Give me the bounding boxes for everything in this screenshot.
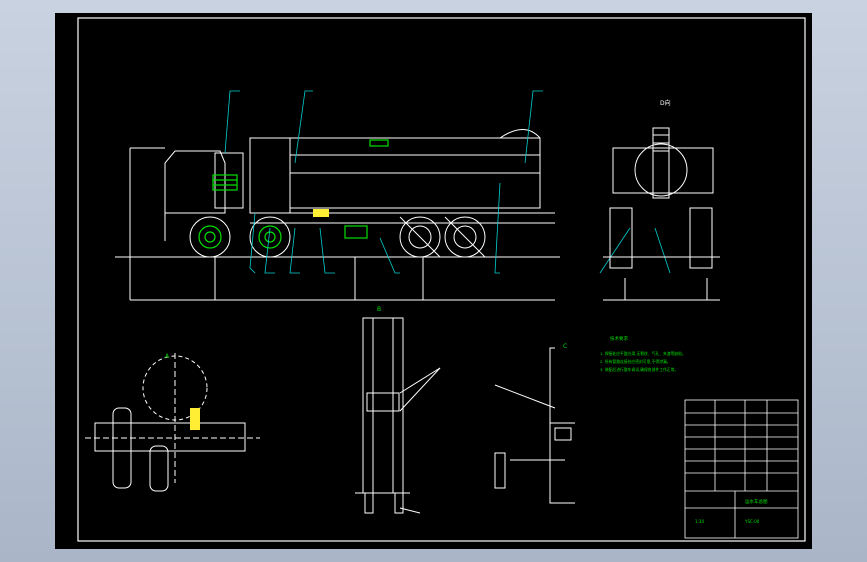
bracket-detail-view bbox=[494, 347, 575, 504]
title-block-text: 运水车总图 YSC-00 1:30 bbox=[695, 498, 768, 524]
technical-notes: 技术要求 1. 焊接处应平整光滑,无裂纹、气孔、夹渣等缺陷。 2. 所有管路连接… bbox=[600, 335, 686, 372]
notes-line-2: 2. 所有管路连接处应密封可靠,不得渗漏。 bbox=[600, 359, 671, 364]
drawing-title: 运水车总图 bbox=[745, 498, 768, 505]
cad-drawing: D向 A B C 技术要求 1. 焊接处应平整光滑,无裂纹、气孔、夹渣等缺陷。 … bbox=[77, 17, 806, 542]
section-a-label: A bbox=[165, 353, 170, 360]
notes-line-1: 1. 焊接处应平整光滑,无裂纹、气孔、夹渣等缺陷。 bbox=[600, 351, 686, 356]
plan-detail-view bbox=[85, 353, 260, 492]
notes-line-3: 3. 装配后进行整车调试,确保各部件工作正常。 bbox=[600, 367, 678, 372]
truck-side-view bbox=[115, 129, 560, 301]
title-block bbox=[684, 399, 799, 539]
rear-view-d: D向 bbox=[603, 99, 720, 301]
cad-viewport[interactable]: D向 A B C 技术要求 1. 焊接处应平整光滑,无裂纹、气孔、夹渣等缺陷。 … bbox=[55, 13, 812, 549]
vertical-section-view bbox=[355, 317, 441, 514]
svg-text:D向: D向 bbox=[660, 99, 671, 107]
notes-title: 技术要求 bbox=[610, 335, 628, 342]
drawing-border bbox=[77, 17, 806, 542]
truck-accents bbox=[198, 139, 389, 249]
section-b-label: B bbox=[377, 306, 381, 313]
drawing-number: YSC-00 bbox=[744, 519, 760, 524]
plan-valve-highlight bbox=[190, 408, 200, 430]
valve-highlight bbox=[313, 209, 329, 217]
section-c-label: C bbox=[563, 343, 567, 350]
drawing-scale: 1:30 bbox=[695, 519, 704, 524]
